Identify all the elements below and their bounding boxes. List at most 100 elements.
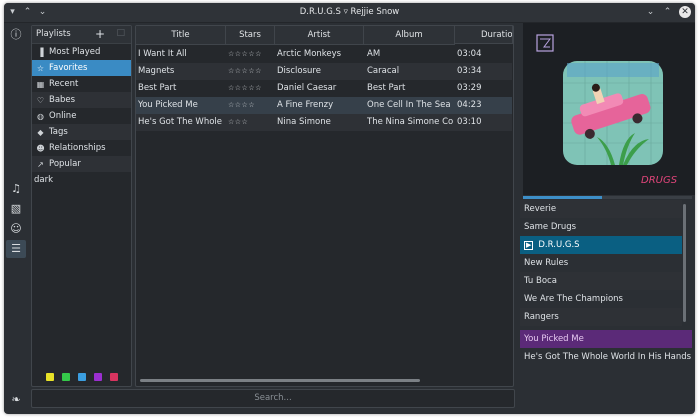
table-row[interactable]: You Picked Me ☆☆☆☆ A Fine Frenzy One Cel… [136, 97, 512, 114]
playlist-item-recent[interactable]: ▦ Recent [32, 76, 131, 92]
swatch-green[interactable] [61, 373, 70, 381]
horizontal-scrollbar[interactable] [140, 379, 420, 382]
swatch-yellow[interactable] [45, 373, 54, 381]
column-header-title[interactable]: Title [136, 26, 226, 45]
track-album: Caracal [367, 66, 400, 76]
tag-icon: ◆ [37, 127, 44, 137]
playlist-label: Popular [49, 159, 81, 169]
playlist-label: Tags [49, 127, 68, 137]
column-header-stars[interactable]: Stars [226, 26, 275, 45]
track-artist: Arctic Monkeys [277, 49, 342, 59]
column-header-duration[interactable]: Duration [455, 26, 513, 44]
globe-icon: ◍ [37, 111, 44, 121]
album-art: DRUGS [523, 23, 695, 195]
calendar-icon: ▦ [36, 79, 45, 89]
swatch-blue[interactable] [77, 373, 86, 381]
playlist-item-most-played[interactable]: ▐ Most Played [32, 44, 131, 60]
playlist-label: Babes [49, 95, 76, 105]
column-header-artist[interactable]: Artist [275, 26, 364, 45]
star-rating[interactable]: ☆☆☆☆ [228, 101, 255, 109]
track-title: You Picked Me [138, 100, 198, 110]
playlists-panel: Playlists + □ ▐ Most Played ☆ Favorites … [31, 25, 132, 387]
playback-progress[interactable] [523, 196, 692, 199]
queue-item[interactable]: Rangers [520, 308, 682, 326]
star-rating[interactable]: ☆☆☆☆☆ [228, 84, 262, 92]
playlist-item-tags[interactable]: ◆ Tags [32, 124, 131, 140]
table-row[interactable]: Best Part ☆☆☆☆☆ Daniel Caesar Best Part … [136, 80, 512, 97]
table-row[interactable]: He's Got The Whole ... ☆☆☆ Nina Simone T… [136, 114, 512, 131]
playlist-icon[interactable]: ☰ [6, 240, 26, 258]
playlist-label: Recent [49, 79, 79, 89]
table-row[interactable]: I Want It All ☆☆☆☆☆ Arctic Monkeys AM 03… [136, 46, 512, 63]
queue-item[interactable]: Same Drugs [520, 218, 682, 236]
play-queue: Reverie Same Drugs ▶ D.R.U.G.S New Rules… [520, 200, 692, 368]
playlist-item-favorites[interactable]: ☆ Favorites [32, 60, 131, 76]
star-rating[interactable]: ☆☆☆☆☆ [228, 67, 262, 75]
line-chart-icon: ↗ [37, 159, 44, 169]
track-album: The Nina Simone Coll... [367, 117, 453, 127]
playlist-item-online[interactable]: ◍ Online [32, 108, 131, 124]
app-window: ▾ ⌃ ⌄ D.R.U.G.S ▿ Rejjie Snow ⌄ ⌃ ✕ ⓘ ♫ … [4, 3, 695, 414]
track-duration: 03:29 [457, 83, 482, 93]
star-rating[interactable]: ☆☆☆ [228, 118, 248, 126]
album-cover-image: DRUGS [523, 23, 695, 195]
rabbit-icon[interactable]: ❧ [6, 391, 26, 409]
playlist-label: Favorites [49, 63, 88, 73]
queue-item-playing[interactable]: ▶ D.R.U.G.S [520, 236, 682, 254]
artist-icon[interactable]: ☺ [6, 220, 26, 238]
playlist-item-popular[interactable]: ↗ Popular [32, 156, 131, 172]
search-input[interactable] [31, 389, 515, 408]
queue-item[interactable]: We Are The Champions [520, 290, 682, 308]
star-icon: ☆ [36, 63, 45, 73]
info-icon[interactable]: ⓘ [6, 26, 26, 44]
history-item[interactable]: He's Got The Whole World In His Hands [520, 348, 692, 366]
track-duration: 03:04 [457, 49, 482, 59]
playlist-label: Most Played [49, 47, 101, 57]
playlist-label: Relationships [49, 143, 106, 153]
queue-item-label: D.R.U.G.S [538, 240, 580, 250]
playlist-item-dark[interactable]: dark [32, 172, 131, 188]
track-artist: A Fine Frenzy [277, 100, 334, 110]
swatch-red[interactable] [109, 373, 118, 381]
maximize-button[interactable]: ⌃ [662, 6, 673, 18]
track-artist: Nina Simone [277, 117, 331, 127]
table-row[interactable]: Magnets ☆☆☆☆☆ Disclosure Caracal 03:34 [136, 63, 512, 80]
track-duration: 03:10 [457, 117, 482, 127]
star-rating[interactable]: ☆☆☆☆☆ [228, 50, 262, 58]
track-title: Magnets [138, 66, 175, 76]
heart-icon: ♡ [36, 95, 45, 105]
track-duration: 04:23 [457, 100, 482, 110]
delete-playlist-button[interactable]: □ [116, 28, 125, 38]
playlist-label: dark [34, 175, 54, 185]
users-icon: ☻ [36, 143, 45, 153]
view-switcher: ⓘ ♫ ▧ ☺ ☰ ❧ [4, 23, 28, 413]
playlist-item-relationships[interactable]: ☻ Relationships [32, 140, 131, 156]
queue-item[interactable]: Reverie [520, 200, 682, 218]
track-album: One Cell In The Sea [367, 100, 451, 110]
queue-item[interactable]: Tu Boca [520, 272, 682, 290]
bar-chart-icon: ▐ [37, 47, 44, 57]
track-album: AM [367, 49, 381, 59]
now-playing-icon: ▶ [524, 240, 534, 250]
swatch-purple[interactable] [93, 373, 102, 381]
playback-progress-fill [523, 196, 603, 199]
track-title: I Want It All [138, 49, 187, 59]
playlist-item-babes[interactable]: ♡ Babes [32, 92, 131, 108]
queue-item[interactable]: New Rules [520, 254, 682, 272]
album-cover-caption: DRUGS [641, 175, 678, 186]
close-button[interactable]: ✕ [679, 6, 691, 18]
track-artist: Daniel Caesar [277, 83, 337, 93]
queue-scrollbar[interactable] [683, 204, 686, 322]
track-table: Title Stars Artist Album Duration I Want… [135, 25, 514, 387]
title-bar: ▾ ⌃ ⌄ D.R.U.G.S ▿ Rejjie Snow ⌄ ⌃ ✕ [4, 3, 695, 23]
track-duration: 03:34 [457, 66, 482, 76]
music-note-icon[interactable]: ♫ [6, 180, 26, 198]
minimize-button[interactable]: ⌄ [645, 6, 656, 18]
playlist-label: Online [49, 111, 77, 121]
history-item[interactable]: You Picked Me [520, 330, 692, 348]
album-icon[interactable]: ▧ [6, 200, 26, 218]
playlists-header: Playlists + □ [32, 26, 131, 44]
column-header-album[interactable]: Album [364, 26, 455, 45]
add-playlist-button[interactable]: + [95, 27, 105, 41]
playlists-title: Playlists [36, 29, 71, 39]
